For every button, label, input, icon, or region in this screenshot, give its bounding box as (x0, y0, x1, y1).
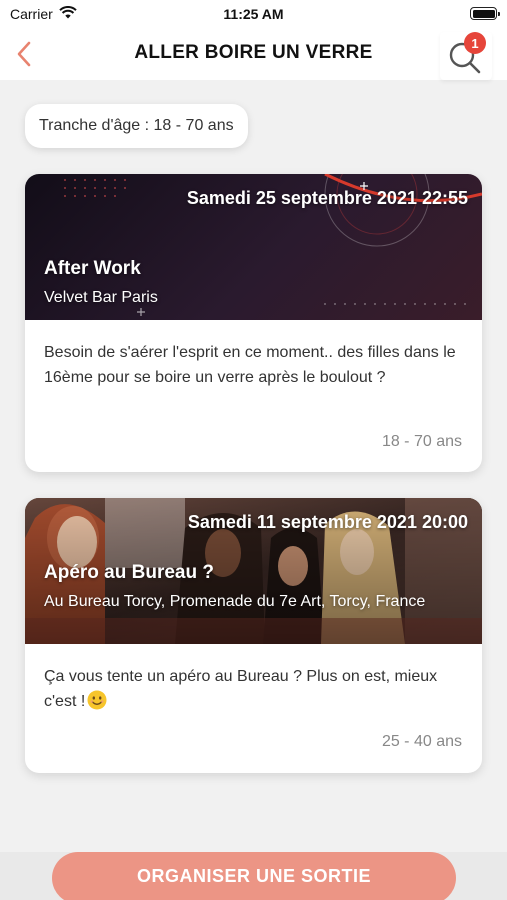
notification-badge: 1 (464, 32, 486, 54)
event-description: Besoin de s'aérer l'esprit en ce moment.… (44, 344, 456, 386)
event-banner-image: Samedi 25 septembre 2021 22:55 After Wor… (25, 174, 482, 320)
event-card[interactable]: Samedi 25 septembre 2021 22:55 After Wor… (25, 174, 482, 472)
event-card[interactable]: Samedi 11 septembre 2021 20:00 Apéro au … (25, 498, 482, 773)
event-description: Ça vous tente un apéro au Bureau ? Plus … (44, 664, 469, 714)
event-age-range: 18 - 70 ans (381, 433, 462, 450)
organise-outing-button[interactable]: ORGANISER UNE SORTIE (52, 852, 456, 900)
status-time: 11:25 AM (223, 6, 284, 22)
event-age-range: 25 - 40 ans (381, 733, 462, 750)
event-date: Samedi 25 septembre 2021 22:55 (186, 188, 468, 208)
event-title: After Work (44, 258, 141, 279)
smiley-emoji-icon (87, 690, 107, 710)
event-place: Au Bureau Torcy, Promenade du 7e Art, To… (44, 593, 426, 610)
nav-bar: ALLER BOIRE UN VERRE 1 (0, 28, 507, 80)
event-date: Samedi 11 septembre 2021 20:00 (187, 512, 468, 532)
event-title: Apéro au Bureau ? (44, 562, 214, 583)
status-bar: Carrier 11:25 AM (0, 0, 507, 28)
search-button[interactable]: 1 (440, 32, 492, 80)
age-range-filter[interactable]: Tranche d'âge : 18 - 70 ans (25, 104, 248, 148)
page-title: ALLER BOIRE UN VERRE (134, 42, 373, 63)
battery-icon (470, 7, 500, 20)
event-place: Velvet Bar Paris (44, 289, 158, 306)
event-banner-image: Samedi 11 septembre 2021 20:00 Apéro au … (25, 498, 482, 644)
